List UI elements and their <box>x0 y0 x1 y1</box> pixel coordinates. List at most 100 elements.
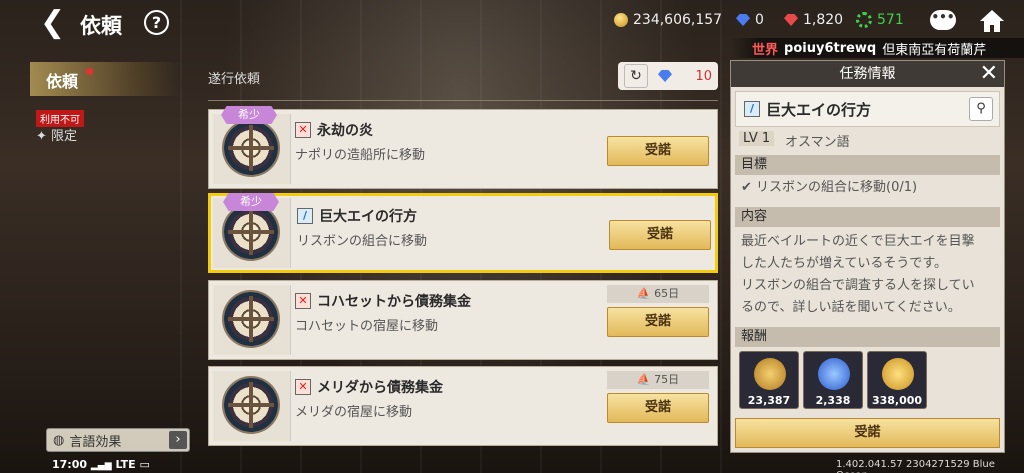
quest-name: 永劫の炎 <box>317 123 373 139</box>
help-icon[interactable]: ? <box>144 10 169 35</box>
content-line: した人たちが増えているそうです。 <box>741 256 948 271</box>
mission-info-panel: 任務情報 ✕ / 巨大エイの行方 ⚲ LV 1 オスマン語 目標 ✔ リスボンの… <box>730 60 1005 453</box>
medal-icon <box>754 358 786 390</box>
quill-icon: / <box>297 208 313 224</box>
accept-button[interactable]: 受諾 <box>607 136 709 166</box>
quest-card[interactable]: ✕ メリダから債務集金 メリダの宿屋に移動 ⛵ 75日 受諾 <box>208 366 718 446</box>
status-bar: 17:00 ▂▄▆ LTE ▭ <box>52 458 150 471</box>
refresh-box: ↻ 10 <box>618 62 718 90</box>
reward-value: 338,000 <box>871 394 923 407</box>
green-currency: 571 <box>856 12 904 28</box>
side-menu-label: 依頼 <box>46 72 79 91</box>
quest-thumbnail <box>213 114 291 184</box>
signal-icon: ▂▄▆ <box>90 461 112 471</box>
quest-desc: コハセットの宿屋に移動 <box>295 319 439 334</box>
quest-card[interactable]: ✕ コハセットから債務集金 コハセットの宿屋に移動 ⛵ 65日 受諾 <box>208 280 718 360</box>
quest-card[interactable]: 希少 ✕ 永劫の炎 ナポリの造船所に移動 受諾 <box>208 106 718 189</box>
close-icon[interactable]: ✕ <box>980 62 998 86</box>
level-badge: LV 1 <box>739 131 775 146</box>
quest-thumbnail <box>213 371 291 441</box>
panel-title: 任務情報 <box>731 61 1004 87</box>
level-text: オスマン語 <box>785 135 850 150</box>
rank-star-icon <box>818 358 850 390</box>
accept-button[interactable]: 受諾 <box>607 393 709 423</box>
blue-gem-currency: 0 <box>736 12 764 28</box>
quest-desc: ナポリの造船所に移動 <box>295 148 426 163</box>
side-menu-request[interactable]: 依頼 <box>30 62 180 96</box>
quest-days: ⛵ 65日 <box>607 285 709 303</box>
language-effect-label: 言語効果 <box>69 434 122 450</box>
quest-thumbnail <box>213 285 291 355</box>
accept-button[interactable]: 受諾 <box>607 307 709 337</box>
ship-wheel-icon <box>224 121 278 175</box>
content-line: 最近ベイルートの近くで巨大エイを目撃 <box>741 234 975 249</box>
quest-name: コハセットから債務集金 <box>317 294 471 310</box>
green-gear-icon <box>856 12 872 28</box>
chat-icon[interactable]: ••• <box>930 10 956 30</box>
quest-name: 巨大エイの行方 <box>319 209 417 225</box>
red-gem-amount: 1,820 <box>803 12 844 28</box>
quest-desc: メリダの宿屋に移動 <box>295 405 413 420</box>
blue-gem-amount: 0 <box>755 12 764 28</box>
gold-coin-icon <box>614 13 628 27</box>
quest-name: メリダから債務集金 <box>317 380 443 396</box>
quest-desc: リスボンの組合に移動 <box>297 234 428 249</box>
blue-gem-icon <box>658 70 672 82</box>
rare-badge: 希少 <box>223 193 279 211</box>
world-chat-bar[interactable]: 世界 poiuy6trewq 但東南亞有荷蘭芹 <box>730 38 1024 58</box>
version-label: 1.402.041.57 2304271529 Blue Ocean <box>836 459 995 473</box>
quill-icon: / <box>744 101 760 117</box>
reward-item[interactable]: 23,387 <box>739 351 799 409</box>
panel-quest-name: 巨大エイの行方 <box>766 100 872 119</box>
reward-item[interactable]: 338,000 <box>867 351 927 409</box>
rare-badge: 希少 <box>221 106 277 124</box>
back-chevron-icon[interactable]: ❮ <box>40 6 70 40</box>
refresh-cost: 10 <box>695 68 712 84</box>
ship-wheel-icon <box>224 292 278 346</box>
limited-label: 限定 <box>51 129 78 144</box>
side-menu-limited[interactable]: ✦ 限定 <box>36 125 77 144</box>
refresh-icon[interactable]: ↻ <box>624 64 648 88</box>
reward-header: 報酬 <box>735 327 1000 347</box>
notification-dot <box>86 68 93 75</box>
goal-header: 目標 <box>735 155 1000 175</box>
list-divider <box>208 100 718 101</box>
accept-button[interactable]: 受諾 <box>609 220 711 250</box>
reward-value: 23,387 <box>747 394 791 407</box>
panel-quest-title: / 巨大エイの行方 ⚲ <box>735 91 1000 127</box>
gold-coin-icon <box>882 358 914 390</box>
battery-icon: ▭ <box>139 458 150 471</box>
language-effect-button[interactable]: ◍ 言語効果 › <box>46 428 190 452</box>
world-chat-user: poiuy6trewq <box>784 40 877 56</box>
status-network: LTE <box>115 458 136 471</box>
gold-currency: 234,606,157 <box>614 12 722 28</box>
page-title: 依頼 <box>80 14 122 38</box>
ship-wheel-icon <box>224 205 278 259</box>
quest-days-value: 65日 <box>654 287 680 300</box>
red-gem-currency: 1,820 <box>784 12 843 28</box>
content-line: リスボンの組合で調査する人を探してい <box>741 278 975 293</box>
globe-icon: ◍ <box>53 432 65 448</box>
goal-line: ✔ リスボンの組合に移動(0/1) <box>741 180 918 195</box>
quest-card-selected[interactable]: 希少 / 巨大エイの行方 リスボンの組合に移動 受諾 <box>208 193 718 273</box>
crossed-swords-icon: ✕ <box>295 293 311 309</box>
goal-text: リスボンの組合に移動(0/1) <box>756 180 918 195</box>
location-pin-icon[interactable]: ⚲ <box>969 97 993 121</box>
crossed-swords-icon: ✕ <box>295 122 311 138</box>
gold-amount: 234,606,157 <box>633 12 723 28</box>
quest-days: ⛵ 75日 <box>607 371 709 389</box>
reward-item[interactable]: 2,338 <box>803 351 863 409</box>
green-amount: 571 <box>877 12 904 28</box>
home-icon[interactable] <box>978 8 1006 34</box>
world-chat-tag: 世界 <box>752 42 779 58</box>
content-header: 内容 <box>735 207 1000 227</box>
reward-list: 23,387 2,338 338,000 <box>739 351 927 409</box>
world-chat-message: 但東南亞有荷蘭芹 <box>882 42 987 58</box>
crossed-swords-icon: ✕ <box>295 379 311 395</box>
quest-days-value: 75日 <box>654 373 680 386</box>
reward-value: 2,338 <box>815 394 851 407</box>
red-gem-icon <box>784 14 798 26</box>
content-line: るので、詳しい話を聞いてください。 <box>741 300 961 315</box>
panel-accept-button[interactable]: 受諾 <box>735 418 1000 448</box>
status-time: 17:00 <box>52 458 88 471</box>
